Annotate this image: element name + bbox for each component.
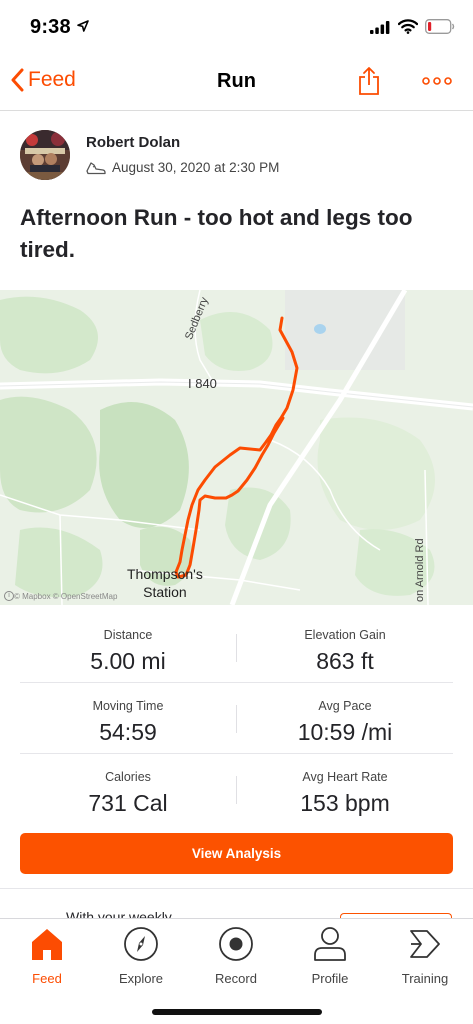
shoe-icon: [86, 161, 106, 174]
tab-explore[interactable]: Explore: [94, 925, 188, 986]
avatar-image: [20, 130, 70, 180]
stat-value: 153 bpm: [300, 790, 390, 816]
profile-icon: [314, 927, 346, 961]
activity-date: August 30, 2020 at 2:30 PM: [112, 160, 280, 175]
peek-text: With your weekly: [66, 909, 172, 918]
stat-avg-pace: Avg Pace 10:59 /mi: [237, 683, 453, 746]
activity-stats: Distance 5.00 mi Elevation Gain 863 ft M…: [20, 612, 453, 825]
tab-label: Explore: [118, 971, 164, 986]
stat-value: 5.00 mi: [90, 648, 166, 674]
home-icon: [32, 929, 62, 960]
stat-avg-heart-rate: Avg Heart Rate 153 bpm: [237, 754, 453, 817]
map-label-town: Thompson's Station: [127, 565, 203, 601]
home-indicator: [152, 1009, 322, 1015]
status-bar: 9:38: [0, 0, 473, 54]
battery-icon: [425, 19, 455, 34]
tab-training[interactable]: Training: [378, 925, 472, 986]
tab-record[interactable]: Record: [189, 925, 283, 986]
nav-bar: Feed Run: [0, 54, 473, 111]
compass-icon: [124, 927, 158, 961]
map-label-road-east: on Arnold Rd: [414, 538, 426, 602]
stat-label: Avg Heart Rate: [302, 770, 388, 784]
stat-value: 731 Cal: [88, 790, 168, 816]
stat-row: Moving Time 54:59 Avg Pace 10:59 /mi: [20, 683, 453, 754]
stat-distance: Distance 5.00 mi: [20, 612, 236, 675]
stat-moving-time: Moving Time 54:59: [20, 683, 236, 746]
map-canvas: [0, 290, 473, 605]
stat-elevation-gain: Elevation Gain 863 ft: [237, 612, 453, 675]
tab-label: Feed: [32, 971, 62, 986]
share-icon[interactable]: [357, 66, 381, 96]
status-time: 9:38: [30, 16, 71, 38]
divider: [0, 888, 473, 889]
stat-label: Calories: [105, 770, 151, 784]
stat-label: Elevation Gain: [304, 628, 386, 642]
location-arrow-icon: [77, 20, 89, 32]
route-map[interactable]: I 840 Sedberry Thompson's Station on Arn…: [0, 290, 473, 605]
view-analysis-button[interactable]: View Analysis: [20, 833, 453, 874]
tab-label: Training: [401, 971, 449, 986]
training-icon: [410, 930, 440, 958]
map-info-icon[interactable]: i: [4, 591, 14, 601]
signal-icon: [370, 21, 390, 34]
stat-row: Calories 731 Cal Avg Heart Rate 153 bpm: [20, 754, 453, 825]
record-icon: [219, 927, 253, 961]
stat-label: Distance: [103, 628, 153, 642]
map-label-town-line2: Station: [143, 584, 187, 600]
stat-value: 863 ft: [316, 648, 374, 674]
avatar[interactable]: [20, 130, 70, 180]
tab-label: Record: [215, 971, 257, 986]
stat-row: Distance 5.00 mi Elevation Gain 863 ft: [20, 612, 453, 683]
map-attribution[interactable]: © Mapbox © OpenStreetMap: [14, 592, 117, 601]
activity-meta: August 30, 2020 at 2:30 PM: [86, 160, 279, 175]
stat-calories: Calories 731 Cal: [20, 754, 236, 817]
map-label-town-line1: Thompson's: [127, 566, 203, 582]
tab-feed[interactable]: Feed: [0, 925, 94, 986]
wifi-icon: [398, 19, 418, 34]
map-label-highway: I 840: [188, 376, 217, 391]
stat-label: Avg Pace: [318, 699, 372, 713]
stat-value: 10:59 /mi: [297, 719, 393, 745]
page-title: Run: [217, 70, 256, 92]
athlete-name[interactable]: Robert Dolan: [86, 134, 180, 151]
athlete-header: Robert Dolan August 30, 2020 at 2:30 PM: [20, 130, 460, 186]
tab-profile[interactable]: Profile: [283, 925, 377, 986]
more-options-icon[interactable]: [422, 76, 452, 86]
activity-title: Afternoon Run - too hot and legs too tir…: [20, 205, 413, 262]
tab-label: Profile: [311, 971, 349, 986]
stat-value: 54:59: [99, 719, 157, 745]
stat-label: Moving Time: [92, 699, 164, 713]
